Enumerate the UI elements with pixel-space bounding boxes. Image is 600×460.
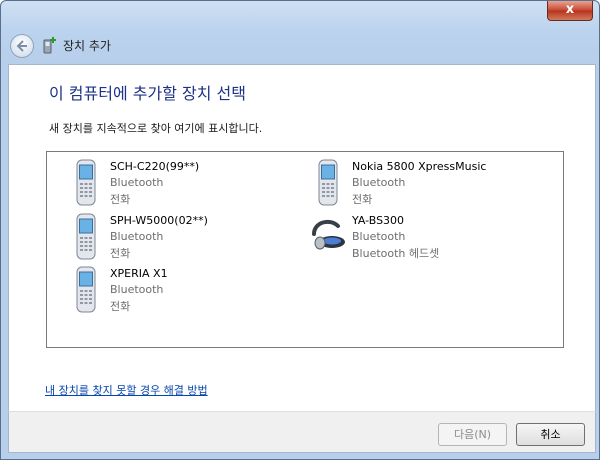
device-category: 전화 (110, 300, 131, 313)
content-panel: 이 컴퓨터에 추가할 장치 선택 새 장치를 지속적으로 찾아 여기에 표시합니… (8, 64, 596, 412)
phone-icon (76, 159, 96, 206)
device-category: Bluetooth 헤드셋 (352, 247, 440, 260)
device-category: 전화 (110, 247, 131, 260)
device-type: Bluetooth (352, 230, 406, 243)
device-item[interactable]: XPERIA X1 Bluetooth 전화 (66, 265, 296, 315)
page-subtitle: 새 장치를 지속적으로 찾아 여기에 표시합니다. (49, 122, 263, 135)
device-item[interactable]: Nokia 5800 XpressMusic Bluetooth 전화 (308, 158, 538, 208)
device-name: Nokia 5800 XpressMusic (352, 160, 487, 173)
phone-icon (76, 213, 96, 260)
close-button[interactable]: x (547, 1, 593, 21)
device-name: SCH-C220(99**) (110, 160, 200, 173)
window-title: 장치 추가 (63, 39, 111, 53)
device-type: Bluetooth (110, 230, 164, 243)
device-category: 전화 (352, 193, 373, 206)
add-device-icon (43, 37, 56, 54)
add-device-window: x 장치 추가 이 컴퓨터에 추가할 장치 선택 새 장치를 지속적으로 찾아 … (0, 0, 600, 460)
device-item[interactable]: SPH-W5000(02**) Bluetooth 전화 (66, 212, 296, 262)
footer-bar: 다음(N) 취소 (8, 411, 596, 453)
device-type: Bluetooth (110, 283, 164, 296)
back-arrow-icon (16, 40, 27, 52)
cancel-button[interactable]: 취소 (516, 423, 585, 446)
device-name: XPERIA X1 (110, 267, 168, 280)
help-link[interactable]: 내 장치를 찾지 못할 경우 해결 방법 (45, 382, 208, 398)
device-item[interactable]: SCH-C220(99**) Bluetooth 전화 (66, 158, 296, 208)
device-type: Bluetooth (352, 176, 406, 189)
page-title: 이 컴퓨터에 추가할 장치 선택 (49, 84, 246, 103)
next-button[interactable]: 다음(N) (438, 423, 507, 446)
back-button[interactable] (10, 34, 34, 58)
device-category: 전화 (110, 193, 131, 206)
headset-icon (312, 219, 345, 250)
phone-icon (76, 266, 96, 313)
device-name: SPH-W5000(02**) (110, 214, 208, 227)
phone-icon (318, 159, 338, 206)
device-type: Bluetooth (110, 176, 164, 189)
device-list: SCH-C220(99**) Bluetooth 전화 Nokia 5800 X… (46, 151, 564, 348)
device-item[interactable]: YA-BS300 Bluetooth Bluetooth 헤드셋 (308, 212, 538, 262)
device-name: YA-BS300 (352, 214, 405, 227)
